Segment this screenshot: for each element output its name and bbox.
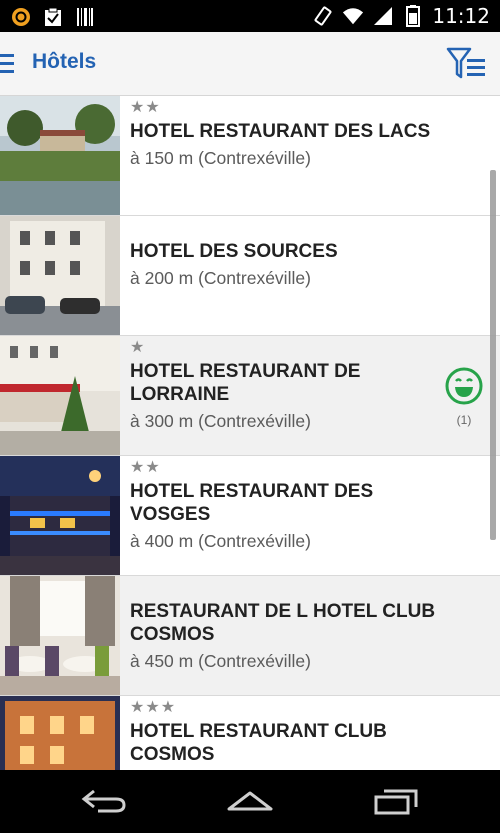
wifi-icon — [342, 5, 364, 27]
home-icon[interactable] — [222, 784, 278, 818]
hotel-name: RESTAURANT DE L HOTEL CLUB COSMOS — [130, 601, 436, 645]
hotel-name: HOTEL RESTAURANT DES VOSGES — [130, 481, 374, 525]
hotel-name: HOTEL RESTAURANT DE LORRAINE — [130, 361, 361, 405]
status-bar: 11:12 — [0, 0, 500, 32]
filter-icon[interactable] — [446, 46, 488, 82]
signal-icon — [372, 5, 394, 27]
star-rating: ★ — [130, 339, 146, 356]
recent-apps-icon[interactable] — [368, 784, 424, 818]
hotel-photo — [0, 336, 120, 455]
clock: 11:12 — [432, 4, 490, 28]
list-item[interactable]: ★★ HOTEL RESTAURANT DES LACS à 150 m (Co… — [0, 96, 500, 216]
hotel-name: HOTEL RESTAURANT CLUB COSMOS — [130, 721, 387, 765]
hotel-list[interactable]: ★★ HOTEL RESTAURANT DES LACS à 150 m (Co… — [0, 96, 500, 770]
hotel-distance: à 200 m (Contrexéville) — [130, 268, 311, 288]
hotel-distance: à 300 m (Contrexéville) — [130, 411, 311, 431]
hotel-name: HOTEL DES SOURCES — [130, 241, 338, 262]
barcode-icon — [74, 6, 96, 28]
hotel-photo — [0, 576, 120, 695]
hotel-photo — [0, 456, 120, 575]
list-item[interactable]: HOTEL DES SOURCES à 200 m (Contrexéville… — [0, 216, 500, 336]
app-bar: Hôtels — [0, 32, 500, 96]
app-notification-icon — [10, 6, 32, 28]
star-rating: ★★ — [130, 99, 161, 116]
smiley-icon — [445, 367, 483, 405]
hotel-photo — [0, 696, 120, 770]
back-icon[interactable] — [76, 784, 132, 818]
battery-icon — [402, 5, 424, 27]
page-title: Hôtels — [32, 50, 97, 73]
screen-rotation-icon — [312, 5, 334, 27]
list-item[interactable]: ★★ HOTEL RESTAURANT DES VOSGES à 400 m (… — [0, 456, 500, 576]
star-rating: ★★★ — [130, 699, 177, 716]
star-rating — [130, 576, 440, 600]
rating-count: (1) — [456, 413, 472, 427]
hotel-distance: à 150 m (Contrexéville) — [130, 148, 311, 168]
list-item[interactable]: ★★★ HOTEL RESTAURANT CLUB COSMOS — [0, 696, 500, 770]
hotel-distance: à 450 m (Contrexéville) — [130, 651, 311, 671]
list-item[interactable]: ★ HOTEL RESTAURANT DE LORRAINE à 300 m (… — [0, 336, 500, 456]
hotel-photo — [0, 96, 120, 215]
hotel-distance: à 400 m (Contrexéville) — [130, 531, 311, 551]
star-rating: ★★ — [130, 459, 161, 476]
menu-icon[interactable] — [0, 54, 14, 74]
navigation-bar — [0, 770, 500, 833]
hotel-photo — [0, 216, 120, 335]
hotel-name: HOTEL RESTAURANT DES LACS — [130, 121, 431, 142]
user-rating[interactable]: (1) — [444, 366, 484, 427]
star-rating — [130, 216, 440, 240]
list-item[interactable]: RESTAURANT DE L HOTEL CLUB COSMOS à 450 … — [0, 576, 500, 696]
scrollbar[interactable] — [490, 170, 496, 540]
clipboard-check-icon — [42, 6, 64, 28]
